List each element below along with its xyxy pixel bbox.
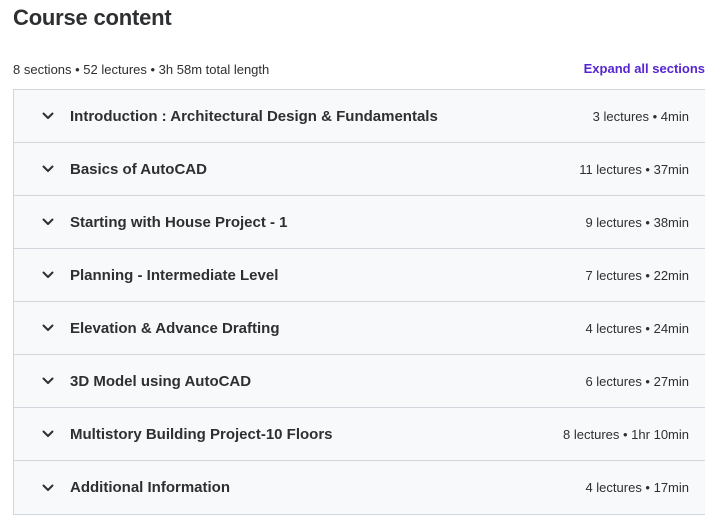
section-title: Additional Information (70, 479, 230, 496)
section-title: Multistory Building Project-10 Floors (70, 425, 333, 443)
chevron-down-icon (42, 163, 54, 175)
section-title: Elevation & Advance Drafting (70, 319, 280, 337)
chevron-down-icon (42, 216, 54, 228)
section-title: 3D Model using AutoCAD (70, 372, 252, 390)
chevron-down-icon (42, 322, 54, 334)
section-header[interactable]: Multistory Building Project-10 Floors 8 … (14, 408, 705, 461)
section-info: 7 lectures • 22min (585, 267, 689, 283)
section-title: Basics of AutoCAD (70, 160, 207, 178)
chevron-down-icon (42, 269, 54, 281)
section-header[interactable]: Basics of AutoCAD 11 lectures • 37min (14, 143, 705, 196)
section-info: 8 lectures • 1hr 10min (563, 426, 689, 442)
section-header[interactable]: Starting with House Project - 1 9 lectur… (14, 196, 705, 249)
section-info: 9 lectures • 38min (585, 214, 689, 230)
section-title: Starting with House Project - 1 (70, 213, 288, 231)
section-info: 4 lectures • 24min (585, 320, 689, 336)
section-header[interactable]: Introduction : Architectural Design & Fu… (14, 90, 705, 143)
section-info: 4 lectures • 17min (585, 480, 689, 495)
chevron-down-icon (42, 375, 54, 387)
section-header[interactable]: Additional Information 4 lectures • 17mi… (14, 461, 705, 514)
sections-accordion: Introduction : Architectural Design & Fu… (13, 89, 705, 515)
chevron-down-icon (42, 110, 54, 122)
chevron-down-icon (42, 482, 54, 494)
course-summary: 8 sections • 52 lectures • 3h 58m total … (13, 62, 270, 77)
course-content-panel: Course content 8 sections • 52 lectures … (0, 0, 705, 515)
section-title: Planning - Intermediate Level (70, 266, 279, 284)
expand-all-sections-button[interactable]: Expand all sections (584, 61, 705, 76)
section-header[interactable]: Elevation & Advance Drafting 4 lectures … (14, 302, 705, 355)
section-info: 11 lectures • 37min (579, 161, 689, 177)
page-title: Course content (13, 5, 172, 30)
section-info: 6 lectures • 27min (585, 373, 689, 389)
chevron-down-icon (42, 428, 54, 440)
section-title: Introduction : Architectural Design & Fu… (70, 107, 438, 125)
section-header[interactable]: 3D Model using AutoCAD 6 lectures • 27mi… (14, 355, 705, 408)
section-info: 3 lectures • 4min (592, 108, 689, 124)
section-header[interactable]: Planning - Intermediate Level 7 lectures… (14, 249, 705, 302)
